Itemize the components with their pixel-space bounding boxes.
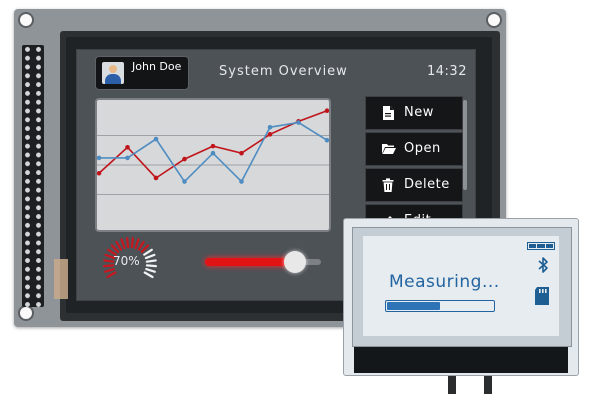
- gauge-tick: [137, 240, 145, 251]
- gauge-tick: [104, 267, 115, 273]
- gauge-tick: [110, 244, 120, 253]
- screen-title: System Overview: [219, 64, 348, 79]
- clock: 14:32: [427, 64, 467, 79]
- series-0-point: [153, 175, 159, 181]
- series-0-point: [210, 143, 216, 149]
- brightness-slider[interactable]: [203, 250, 321, 274]
- mounting-hole: [18, 305, 34, 321]
- gauge-tick: [126, 237, 130, 249]
- delete-button-label: Delete: [404, 177, 450, 192]
- lcd-module: Measuring...: [343, 218, 579, 376]
- delete-button[interactable]: Delete: [365, 168, 463, 202]
- gauge-tick: [130, 237, 134, 249]
- menu-scrollbar[interactable]: [463, 100, 467, 190]
- user-name: John Doe: [132, 60, 182, 73]
- line-chart: [97, 108, 329, 195]
- gauge-tick: [102, 264, 115, 268]
- series-1-point: [97, 155, 102, 161]
- gauge-tick: [106, 271, 117, 279]
- series-0-point: [267, 132, 273, 137]
- user-badge[interactable]: John Doe: [95, 56, 189, 90]
- folder-open-icon: [382, 144, 396, 154]
- gauge-tick: [143, 271, 154, 279]
- lcd-progress-fill: [387, 302, 440, 310]
- series-1-point: [267, 124, 273, 130]
- gauge-tick: [145, 267, 156, 273]
- series-1-point: [125, 155, 130, 161]
- series-0-point: [324, 108, 329, 114]
- new-button-label: New: [404, 105, 434, 120]
- connector-tape: [54, 259, 68, 299]
- gauge-tick: [120, 238, 126, 250]
- series-1-point: [182, 179, 187, 184]
- lcd-glass: Measuring...: [352, 227, 572, 347]
- series-0-point: [125, 145, 130, 150]
- series-1-point: [239, 179, 244, 184]
- new-button[interactable]: New: [365, 96, 463, 130]
- slider-thumb[interactable]: [284, 251, 307, 273]
- gauge-tick: [145, 259, 157, 263]
- gauge-tick: [144, 253, 156, 260]
- circular-gauge: 70%: [95, 236, 165, 288]
- slider-fill: [205, 258, 296, 266]
- trash-icon: [382, 178, 394, 192]
- series-0-point: [182, 156, 187, 162]
- series-1-point: [296, 120, 301, 125]
- line-chart-panel: [95, 98, 331, 232]
- pin-header: [22, 45, 44, 307]
- action-menu: New Open Delete: [365, 96, 469, 236]
- lcd-screen: Measuring...: [363, 236, 559, 336]
- sd-card-icon: [535, 287, 549, 305]
- open-button-label: Open: [404, 141, 441, 156]
- gauge-tick: [145, 264, 158, 268]
- gauge-tick: [134, 238, 140, 250]
- series-1-point: [153, 136, 159, 142]
- open-button[interactable]: Open: [365, 132, 463, 166]
- series-1-point: [210, 150, 216, 156]
- mounting-hole: [18, 12, 34, 28]
- gauge-tick: [140, 244, 150, 253]
- lcd-status-text: Measuring...: [389, 272, 500, 292]
- bluetooth-icon: [538, 257, 548, 273]
- user-avatar-icon: [102, 62, 124, 84]
- series-0-point: [239, 150, 244, 156]
- lcd-progress-bar: [385, 300, 495, 312]
- gauge-tick: [103, 259, 115, 263]
- mounting-hole: [486, 12, 502, 28]
- gauge-tick: [143, 248, 153, 256]
- new-file-icon: [383, 106, 394, 120]
- battery-icon: [527, 242, 555, 250]
- gauge-value: 70%: [113, 254, 140, 268]
- lcd-lower-bezel: [354, 347, 568, 373]
- gauge-tick: [115, 240, 123, 251]
